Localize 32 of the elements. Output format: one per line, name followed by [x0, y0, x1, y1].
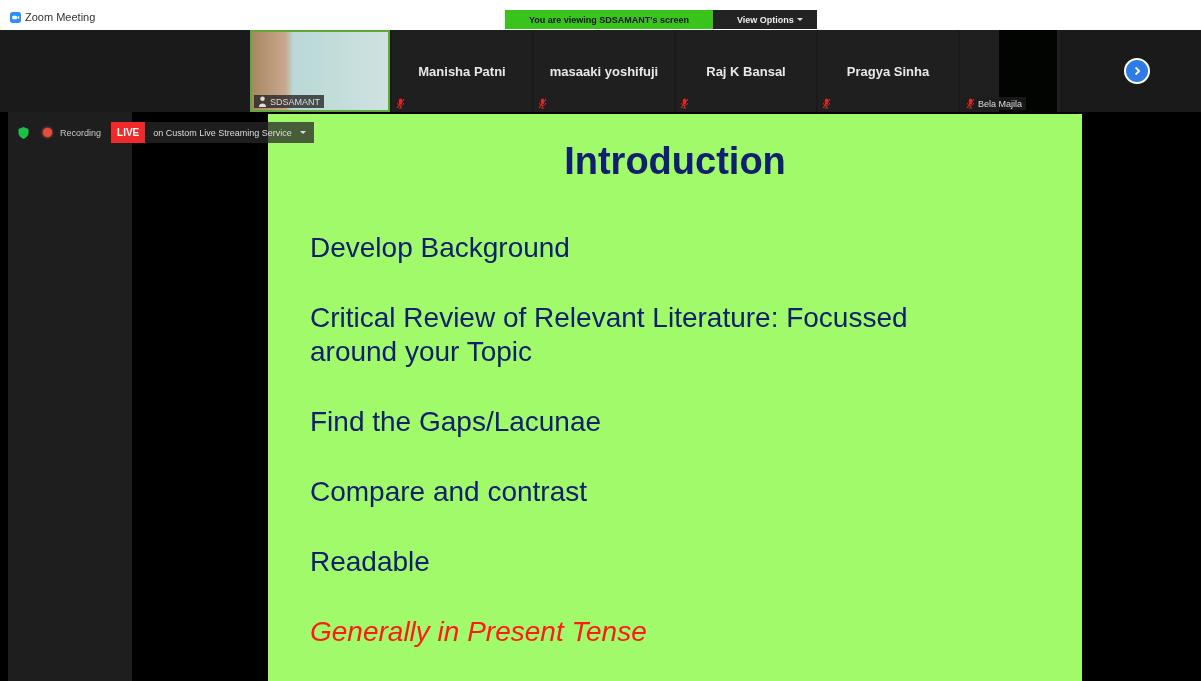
- participant-tile[interactable]: Bela Majila: [960, 30, 1060, 112]
- participant-name: Raj K Bansal: [706, 63, 786, 79]
- slide-title: Introduction: [563, 140, 787, 183]
- bullet-text: Critical Review of Relevant Literature: Focussed around your Topic: [310, 301, 909, 369]
- participant-name: Bela Majila: [978, 98, 1023, 109]
- next-page-button[interactable]: [1123, 58, 1150, 84]
- bullet-text: Generally in Present Tense: [310, 615, 648, 649]
- caret-icon: [299, 131, 306, 134]
- recording-dot-icon: [43, 128, 52, 137]
- participant-tile[interactable]: Pragya Sinha: [818, 30, 958, 112]
- view-options-button[interactable]: View Options: [713, 10, 817, 29]
- participant-tile[interactable]: Manisha Patni: [392, 30, 532, 112]
- bullet-text: Find the Gaps/Lacunae: [310, 405, 603, 439]
- live-badge: LIVE: [111, 122, 146, 143]
- app-logo-icon: [10, 11, 21, 23]
- participant-tile[interactable]: Raj K Bansal: [676, 30, 816, 112]
- person-icon: [258, 96, 267, 107]
- participant-tile[interactable]: masaaki yoshifuji: [534, 30, 674, 112]
- recording-label: Recording: [60, 127, 102, 138]
- participant-name: SDSAMANT: [270, 96, 320, 107]
- stream-dropdown[interactable]: on Custom Live Streaming Service: [145, 122, 314, 143]
- participant-name: masaaki yoshifuji: [549, 63, 659, 79]
- participant-name: Pragya Sinha: [846, 63, 930, 79]
- caret-icon: [796, 18, 803, 21]
- shield-icon: [18, 126, 29, 139]
- participant-tile[interactable]: SDSAMANT: [250, 30, 390, 112]
- participant-name: Manisha Patni: [418, 63, 506, 79]
- bullet-text: Develop Background: [310, 231, 571, 265]
- share-banner: You are viewing SDSAMANT's screen: [505, 10, 713, 29]
- bullet-text: Readable: [310, 545, 431, 579]
- bullet-text: Compare and contrast: [310, 475, 589, 509]
- window-title: Zoom Meeting: [25, 11, 96, 23]
